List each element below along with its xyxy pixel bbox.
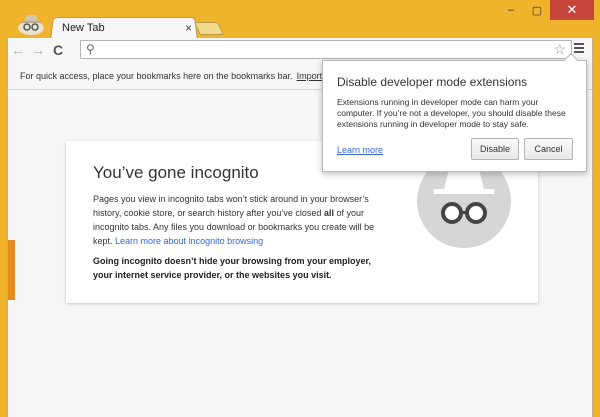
bookmarks-bar-text: For quick access, place your bookmarks h… (20, 70, 293, 81)
menu-icon[interactable] (574, 43, 584, 55)
search-icon: ⚲ (86, 42, 95, 56)
dev-mode-bubble: Disable developer mode extensions Extens… (322, 52, 587, 172)
reload-button[interactable]: C (48, 42, 68, 58)
tab-close-icon[interactable]: × (185, 21, 192, 35)
incognito-warning: Going incognito doesn’t hide your browsi… (93, 256, 372, 280)
maximize-button[interactable]: ▢ (524, 0, 550, 20)
left-edge-decoration (8, 240, 15, 300)
bubble-title: Disable developer mode extensions (337, 75, 528, 89)
back-button[interactable]: ← (8, 42, 28, 58)
learn-more-incognito-link[interactable]: Learn more about incognito browsing (115, 236, 263, 246)
incognito-description: Pages you view in incognito tabs won’t s… (93, 192, 393, 248)
disable-button[interactable]: Disable (471, 138, 519, 160)
omnibox[interactable]: ⚲ ☆ (80, 40, 572, 59)
para-all: all (323, 208, 334, 218)
incognito-badge-icon (18, 15, 44, 35)
bubble-learn-more-link[interactable]: Learn more (337, 145, 383, 155)
cancel-button[interactable]: Cancel (524, 138, 573, 160)
bubble-body: Extensions running in developer mode can… (337, 97, 566, 129)
forward-button[interactable]: → (28, 42, 48, 58)
star-icon[interactable]: ☆ (553, 41, 566, 58)
page-title: You’ve gone incognito (93, 163, 259, 182)
tab-title: New Tab (62, 22, 105, 34)
window-controls: – ▢ ✕ (498, 0, 594, 20)
toolbar: ← → C ⚲ ☆ (7, 38, 593, 62)
minimize-button[interactable]: – (498, 0, 524, 20)
close-window-button[interactable]: ✕ (550, 0, 594, 20)
tab-content: New Tab × (62, 17, 192, 39)
